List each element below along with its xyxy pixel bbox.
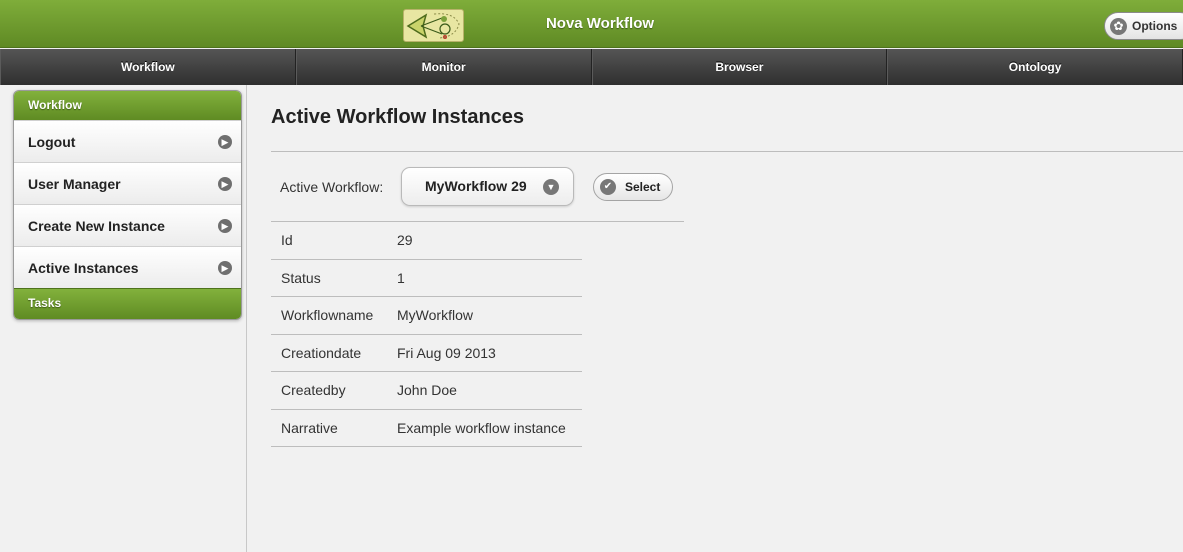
instance-details-table: Id 29 Status 1 Workflowname MyWorkflow C… [271,222,582,447]
title-divider [271,151,1183,152]
sidebar-item-label: User Manager [28,176,121,192]
detail-value: MyWorkflow [397,307,473,324]
select-button-label: Select [625,180,661,194]
check-icon: ✔ [600,179,616,195]
workflow-select-value: MyWorkflow 29 [425,178,527,194]
table-row: Narrative Example workflow instance [271,410,582,447]
chevron-right-icon: ▶ [218,261,232,275]
chevron-right-icon: ▶ [218,135,232,149]
sidebar-item-logout[interactable]: Logout ▶ [14,120,241,162]
detail-key: Creationdate [281,344,362,361]
sidebar-item-user-manager[interactable]: User Manager ▶ [14,162,241,204]
sidebar: Workflow Logout ▶ User Manager ▶ Create … [0,85,247,552]
table-row: Workflowname MyWorkflow [271,297,582,335]
sidebar-item-label: Logout [28,134,76,150]
sidebar-item-label: Active Instances [28,260,139,276]
detail-key: Id [281,232,293,249]
sidebar-item-create-new-instance[interactable]: Create New Instance ▶ [14,204,241,246]
detail-value: John Doe [397,382,457,399]
app-header: Nova Workflow ✿ Options [0,0,1183,48]
table-row: Id 29 [271,222,582,260]
options-label: Options [1132,19,1178,33]
app-logo [403,9,464,42]
nav-item-workflow[interactable]: Workflow [0,49,296,85]
nav-item-ontology[interactable]: Ontology [887,49,1183,85]
sidebar-menu: Workflow Logout ▶ User Manager ▶ Create … [13,90,242,320]
nav-item-browser[interactable]: Browser [591,49,888,85]
sidebar-tasks-header[interactable]: Tasks [14,288,241,319]
table-row: Creationdate Fri Aug 09 2013 [271,335,582,372]
select-button[interactable]: ✔ Select [593,173,673,201]
detail-key: Narrative [281,419,338,436]
detail-value: Example workflow instance [397,419,566,436]
workflow-select[interactable]: MyWorkflow 29 ▼ [401,167,574,206]
detail-key: Createdby [281,382,346,399]
main-nav: Workflow Monitor Browser Ontology [0,49,1183,85]
chevron-right-icon: ▶ [218,219,232,233]
options-button[interactable]: ✿ Options [1104,12,1183,40]
detail-value: 1 [397,269,405,286]
table-row: Createdby John Doe [271,372,582,410]
gear-icon: ✿ [1110,18,1127,35]
detail-key: Workflowname [281,307,374,324]
nav-item-monitor[interactable]: Monitor [295,49,592,85]
active-workflow-label: Active Workflow: [280,179,384,195]
sidebar-item-active-instances[interactable]: Active Instances ▶ [14,246,241,288]
sidebar-header: Workflow [14,91,241,120]
app-title: Nova Workflow [545,15,655,32]
detail-value: 29 [397,232,413,249]
detail-value: Fri Aug 09 2013 [397,344,496,361]
chevron-down-icon: ▼ [543,179,559,195]
table-row: Status 1 [271,260,582,297]
sidebar-item-label: Create New Instance [28,218,165,234]
detail-key: Status [281,269,321,286]
page-title: Active Workflow Instances [271,106,525,128]
chevron-right-icon: ▶ [218,177,232,191]
